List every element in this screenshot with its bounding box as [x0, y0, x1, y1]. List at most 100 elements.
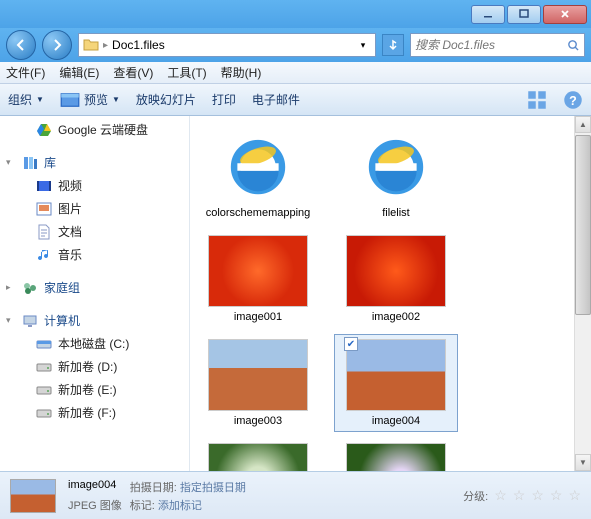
help-button[interactable]: ? [563, 90, 583, 110]
search-input[interactable] [415, 38, 567, 52]
libraries-icon [22, 155, 38, 171]
navigation-bar: ▸ Doc1.files ▾ [0, 28, 591, 62]
file-item[interactable]: image003 [196, 334, 320, 432]
file-item[interactable]: image001 [196, 230, 320, 328]
sidebar-libraries-header[interactable]: ▾ 库 [0, 151, 189, 174]
file-label: image001 [234, 311, 282, 323]
minimize-button[interactable] [471, 5, 505, 24]
toolbar-preview[interactable]: 预览▼ [60, 90, 120, 110]
file-item[interactable]: filelist [334, 126, 458, 224]
sidebar-computer-header[interactable]: ▾ 计算机 [0, 309, 189, 332]
checkbox-icon[interactable]: ✔ [344, 337, 358, 351]
pictures-icon [36, 201, 52, 217]
maximize-icon [518, 8, 530, 20]
sidebar-item-label: 新加卷 (E:) [58, 381, 117, 398]
sidebar-item-drive-f[interactable]: 新加卷 (F:) [0, 401, 189, 424]
refresh-button[interactable] [382, 34, 404, 56]
file-item[interactable] [196, 438, 320, 471]
collapse-icon: ▾ [6, 315, 11, 326]
scroll-up-button[interactable]: ▲ [575, 116, 591, 133]
explorer-body: Google 云端硬盘 ▾ 库 视频 图片 文档 音乐 ▸ 家庭组 ▾ 计算机 … [0, 116, 591, 471]
chevron-down-icon: ▼ [112, 95, 120, 104]
chevron-down-icon: ▼ [36, 95, 44, 104]
expand-icon: ▸ [6, 282, 11, 293]
file-list-pane[interactable]: colorschememapping filelist image001 image0… [190, 116, 591, 471]
preview-icon [60, 90, 80, 110]
toolbar-print[interactable]: 打印 [212, 91, 236, 108]
sidebar-item-label: 音乐 [58, 246, 82, 263]
file-item[interactable]: image002 [334, 230, 458, 328]
details-date-value[interactable]: 指定拍摄日期 [180, 482, 246, 494]
sidebar-item-label: Google 云端硬盘 [58, 121, 148, 138]
file-label: image004 [372, 415, 420, 427]
toolbar-organize[interactable]: 组织▼ [8, 91, 44, 108]
sidebar-item-music[interactable]: 音乐 [0, 243, 189, 266]
sidebar-item-label: 图片 [58, 200, 82, 217]
file-label: image003 [234, 415, 282, 427]
sidebar-item-documents[interactable]: 文档 [0, 220, 189, 243]
details-tag-value[interactable]: 添加标记 [158, 500, 202, 512]
menu-bar: 文件(F) 编辑(E) 查看(V) 工具(T) 帮助(H) [0, 62, 591, 84]
menu-tools[interactable]: 工具(T) [167, 64, 206, 81]
menu-edit[interactable]: 编辑(E) [59, 64, 99, 81]
scroll-down-button[interactable]: ▼ [575, 454, 591, 471]
sidebar-item-label: 新加卷 (F:) [58, 404, 116, 421]
drive-icon [36, 382, 52, 398]
folder-icon [83, 37, 99, 53]
maximize-button[interactable] [507, 5, 541, 24]
details-date-key: 拍摄日期: [130, 482, 177, 494]
document-icon [36, 224, 52, 240]
sidebar-item-label: 库 [44, 154, 56, 171]
sidebar-item-google-drive[interactable]: Google 云端硬盘 [0, 118, 189, 141]
rating-key: 分级: [463, 488, 488, 504]
file-item[interactable] [334, 438, 458, 471]
file-label: filelist [382, 207, 410, 219]
breadcrumb-folder[interactable]: Doc1.files [112, 38, 165, 52]
details-rating[interactable]: 分级: ☆ ☆ ☆ ☆ ☆ [463, 487, 581, 504]
ie-icon [228, 137, 288, 197]
scrollbar-thumb[interactable] [575, 135, 591, 315]
toolbar: 组织▼ 预览▼ 放映幻灯片 打印 电子邮件 ? [0, 84, 591, 116]
drive-icon [36, 359, 52, 375]
sidebar-item-label: 视频 [58, 177, 82, 194]
search-icon [567, 39, 580, 52]
sidebar-item-drive-d[interactable]: 新加卷 (D:) [0, 355, 189, 378]
file-item[interactable]: colorschememapping [196, 126, 320, 224]
sidebar-item-label: 新加卷 (D:) [58, 358, 117, 375]
minimize-icon [482, 8, 494, 20]
menu-view[interactable]: 查看(V) [113, 64, 153, 81]
close-button[interactable] [543, 5, 587, 24]
back-button[interactable] [6, 30, 36, 60]
details-filename: image004 [68, 479, 122, 495]
breadcrumb-separator-icon: ▸ [103, 40, 108, 51]
star-icon[interactable]: ☆ [531, 487, 544, 504]
sidebar-item-videos[interactable]: 视频 [0, 174, 189, 197]
address-bar[interactable]: ▸ Doc1.files ▾ [78, 33, 376, 57]
star-icon[interactable]: ☆ [513, 487, 526, 504]
sidebar-homegroup-header[interactable]: ▸ 家庭组 [0, 276, 189, 299]
toolbar-email[interactable]: 电子邮件 [252, 91, 300, 108]
menu-help[interactable]: 帮助(H) [221, 64, 262, 81]
forward-arrow-icon [50, 38, 64, 52]
star-icon[interactable]: ☆ [550, 487, 563, 504]
collapse-icon: ▾ [6, 157, 11, 168]
google-drive-icon [36, 122, 52, 138]
star-icon[interactable]: ☆ [568, 487, 581, 504]
star-icon[interactable]: ☆ [494, 487, 507, 504]
vertical-scrollbar[interactable]: ▲ ▼ [574, 116, 591, 471]
sidebar-item-drive-c[interactable]: 本地磁盘 (C:) [0, 332, 189, 355]
file-label: image002 [372, 311, 420, 323]
sidebar-item-pictures[interactable]: 图片 [0, 197, 189, 220]
sidebar-item-drive-e[interactable]: 新加卷 (E:) [0, 378, 189, 401]
search-box[interactable] [410, 33, 585, 57]
ie-icon [366, 137, 426, 197]
sidebar-item-label: 计算机 [44, 312, 80, 329]
address-dropdown-icon[interactable]: ▾ [355, 40, 371, 51]
forward-button[interactable] [42, 30, 72, 60]
window-titlebar [0, 0, 591, 28]
file-item[interactable]: ✔ image004 [334, 334, 458, 432]
menu-file[interactable]: 文件(F) [6, 64, 45, 81]
homegroup-icon [22, 280, 38, 296]
toolbar-slideshow[interactable]: 放映幻灯片 [136, 91, 196, 108]
view-options-button[interactable] [527, 90, 547, 110]
